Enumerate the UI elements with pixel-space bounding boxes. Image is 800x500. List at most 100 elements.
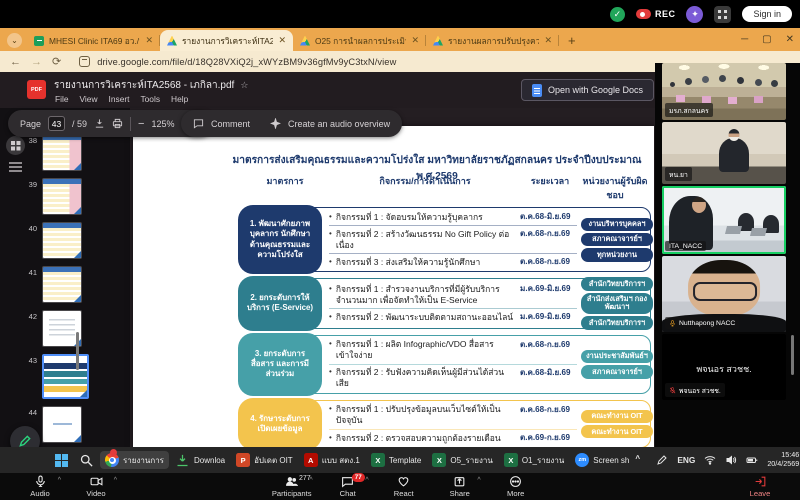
menu-insert[interactable]: Insert <box>109 94 130 104</box>
participant-name-label: พจนอร สวชช. <box>665 383 725 397</box>
battery-icon[interactable] <box>746 454 758 466</box>
pdf-file-icon: PDF <box>27 80 46 99</box>
assistant-icon[interactable]: ✦ <box>686 6 703 23</box>
forward-icon[interactable]: → <box>31 56 42 68</box>
language-indicator[interactable]: ENG <box>677 455 695 465</box>
open-with-google-docs-button[interactable]: Open with Google Docs <box>521 79 654 101</box>
browser-tab-1[interactable]: MHESI Clinic ITA69 อว./อุดมศึกษา✕ <box>27 30 160 51</box>
zoom-level[interactable]: 125% <box>151 119 174 129</box>
powerpoint-icon: P <box>236 453 250 467</box>
responsible-chip: สำนักวิทยบริการฯ <box>581 277 653 290</box>
chat-label: Chat <box>340 489 356 498</box>
window-maximize-button[interactable]: ▢ <box>762 34 771 45</box>
thumbnail-page-number: 42 <box>24 310 37 321</box>
taskbar-app-8[interactable]: zmScreen sh <box>570 451 634 469</box>
tab-close-icon[interactable]: ✕ <box>145 35 153 46</box>
video-tile-2[interactable]: หน.ยา <box>662 122 786 184</box>
apps-icon[interactable] <box>714 6 731 23</box>
page-thumbnail-38[interactable] <box>42 134 82 171</box>
reload-icon[interactable]: ⟳ <box>52 55 61 68</box>
download-icon[interactable] <box>94 118 105 129</box>
taskbar-app-7[interactable]: XO1_รายงาน <box>499 451 569 469</box>
zoom-out-button[interactable]: − <box>138 118 144 130</box>
chat-button[interactable]: Chat 77^ <box>320 475 376 498</box>
thumbnail-row: 43 <box>24 354 89 399</box>
start-button[interactable] <box>50 452 73 469</box>
grid-view-icon[interactable] <box>6 136 25 155</box>
volume-icon[interactable] <box>725 454 737 466</box>
page-number-input[interactable]: 43 <box>48 116 65 131</box>
page-thumbnail-39[interactable] <box>42 178 82 215</box>
video-panel: มรภ.สกลนครหน.ยาITA_NACCNutthapong NACCพจ… <box>655 63 800 447</box>
browser-tab-2[interactable]: รายงานการวิเคราะห์ITA2568 - เภกิ...✕ <box>160 30 293 51</box>
comment-button[interactable]: Comment <box>211 119 250 129</box>
caret-up-icon[interactable]: ^ <box>477 477 480 484</box>
window-close-button[interactable]: ✕ <box>786 34 794 45</box>
video-tile-4[interactable]: Nutthapong NACC <box>662 256 786 332</box>
security-shield-icon[interactable]: ✓ <box>610 7 625 22</box>
zoom-app-icon: zm <box>575 453 589 467</box>
activity-text: กิจกรรมที่ 1 : ผลิต Infographic/VDO สื่อ… <box>336 339 516 361</box>
audio-overview-button[interactable]: Create an audio overview <box>288 119 390 129</box>
tray-expand-icon[interactable]: ^ <box>635 454 647 466</box>
browser-tab-3[interactable]: O25 การนำผลการประเมิน ITA ไปสู่✕ <box>293 30 426 51</box>
back-icon[interactable]: ← <box>10 56 21 68</box>
video-tile-1[interactable]: มรภ.สกลนคร <box>662 63 786 120</box>
clock[interactable]: 15:46 20/4/2569 <box>767 451 799 468</box>
page-thumbnail-41[interactable] <box>42 266 82 303</box>
caret-up-icon[interactable]: ^ <box>114 477 117 484</box>
video-tile-3[interactable]: ITA_NACC <box>662 186 786 254</box>
tab-search-chevron-icon[interactable]: ⌄ <box>7 33 22 48</box>
sheets-favicon-icon <box>34 36 44 46</box>
taskbar-app-1[interactable]: รายงานการ <box>100 451 169 469</box>
activity-period: ต.ค.68-ก.ย.69 <box>520 339 577 350</box>
tab-close-icon[interactable]: ✕ <box>278 35 286 46</box>
activity-text: กิจกรรมที่ 2 : รับฟังความคิดเห็นผู้มีส่ว… <box>336 367 516 389</box>
wifi-icon[interactable] <box>704 454 716 466</box>
taskbar-app-2[interactable]: Downloa <box>170 451 230 470</box>
tab-close-icon[interactable]: ✕ <box>544 35 552 46</box>
participants-button[interactable]: Participants277^ <box>264 475 320 498</box>
page-thumbnail-40[interactable] <box>42 222 82 259</box>
audio-button[interactable]: Audio^ <box>12 475 68 498</box>
activity-period: ต.ค.68-มิ.ย.69 <box>520 212 577 223</box>
taskbar-search-button[interactable] <box>74 451 99 470</box>
react-button[interactable]: React <box>376 475 432 498</box>
menu-file[interactable]: File <box>55 94 69 104</box>
thumbnail-row: 40 <box>24 222 89 259</box>
video-button[interactable]: Video^ <box>68 475 124 498</box>
chat-badge: 77 <box>352 473 365 482</box>
menu-help[interactable]: Help <box>171 94 188 104</box>
new-tab-button[interactable]: + <box>568 33 576 48</box>
taskbar-app-3[interactable]: Pอัปเดต OIT <box>231 451 298 469</box>
pen-icon[interactable] <box>656 454 668 466</box>
activity-line: •กิจกรรมที่ 3 : ส่งเสริมให้ความรู้นักศึก… <box>329 253 577 270</box>
print-icon[interactable] <box>112 118 123 129</box>
activities: •กิจกรรมที่ 1 : จัดอบรมให้ความรู้บุคลากร… <box>322 208 579 271</box>
page-thumbnail-43[interactable] <box>42 354 89 399</box>
more-button[interactable]: More <box>488 475 544 498</box>
menu-view[interactable]: View <box>80 94 98 104</box>
share-button[interactable]: Share^ <box>432 475 488 498</box>
browser-tab-4[interactable]: รายงานผลการปรับปรุงความเสี่ยงต้นเ✕ <box>426 30 559 51</box>
video-panel-scrollbar[interactable] <box>791 335 794 375</box>
star-icon[interactable]: ☆ <box>240 80 248 91</box>
tab-close-icon[interactable]: ✕ <box>411 35 419 46</box>
caret-up-icon[interactable]: ^ <box>309 477 312 484</box>
page-thumbnail-44[interactable] <box>42 406 82 443</box>
taskbar-app-4[interactable]: Aแบบ สตง.1 <box>299 451 365 469</box>
url-text[interactable]: drive.google.com/file/d/18Q28VXiQ2j_xWYz… <box>97 57 396 67</box>
video-tile-5[interactable]: พจนอร สวชช.พจนอร สวชช. <box>662 334 786 400</box>
outline-view-icon[interactable] <box>9 162 22 164</box>
menu-tools[interactable]: Tools <box>140 94 160 104</box>
window-minimize-button[interactable]: ─ <box>741 34 748 45</box>
taskbar-app-5[interactable]: XTemplate <box>366 451 426 469</box>
taskbar-app-6[interactable]: XO5_รายงาน <box>427 451 497 469</box>
caret-up-icon[interactable]: ^ <box>365 477 368 484</box>
site-info-icon[interactable] <box>79 56 90 67</box>
notification-badge <box>110 449 117 456</box>
sign-in-button[interactable]: Sign in <box>742 6 792 22</box>
sidebar-scrollbar[interactable] <box>76 332 79 370</box>
leave-button[interactable]: Leave <box>732 475 788 498</box>
caret-up-icon[interactable]: ^ <box>58 477 61 484</box>
